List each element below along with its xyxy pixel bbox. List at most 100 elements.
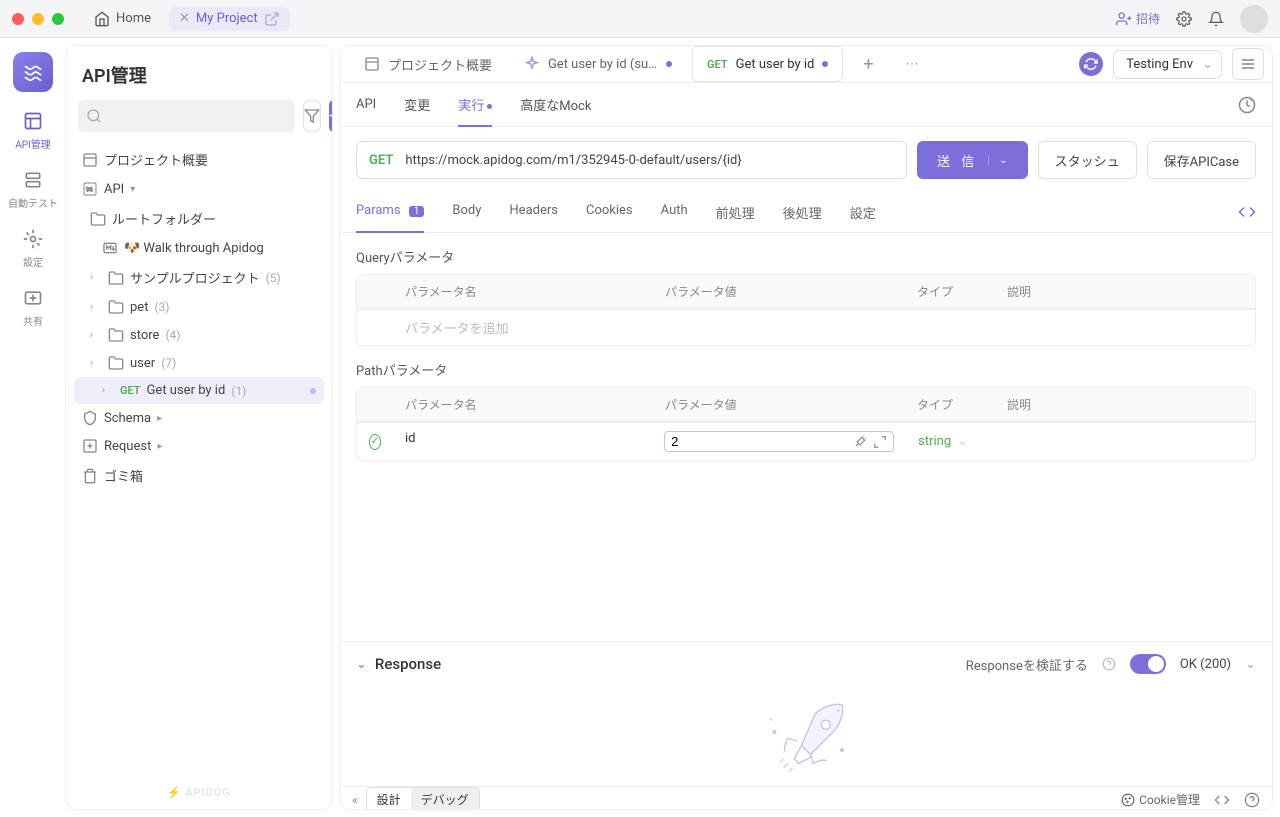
- send-label: 送 信: [937, 151, 978, 170]
- bell-icon[interactable]: [1208, 11, 1224, 27]
- subtab-mock[interactable]: 高度なMock: [520, 83, 591, 126]
- status-text[interactable]: OK (200): [1180, 657, 1231, 672]
- param-tab-pre[interactable]: 前処理: [716, 193, 755, 232]
- design-mode-button[interactable]: 設計: [367, 788, 411, 809]
- url-input[interactable]: GET https://mock.apidog.com/m1/352945-0-…: [356, 141, 907, 179]
- add-button[interactable]: +: [329, 100, 332, 132]
- magic-wand-icon[interactable]: [853, 435, 867, 449]
- subtab-label: 高度なMock: [520, 99, 591, 114]
- refresh-icon: [1084, 57, 1098, 71]
- home-tab[interactable]: Home: [84, 7, 161, 31]
- tree-schema[interactable]: Schema ▸: [74, 404, 324, 432]
- expand-icon[interactable]: [873, 435, 887, 449]
- code-view-button[interactable]: [1238, 193, 1256, 232]
- tree-trash[interactable]: ゴミ箱: [74, 460, 324, 491]
- help-icon[interactable]: [1244, 792, 1260, 808]
- tab-add[interactable]: +: [847, 46, 889, 82]
- cookie-label: Cookie管理: [1139, 791, 1200, 808]
- sidebar-title: API管理: [66, 46, 332, 100]
- code-snippet-icon[interactable]: [1214, 792, 1230, 808]
- subtab-run[interactable]: 実行: [458, 83, 492, 126]
- debug-mode-button[interactable]: デバッグ: [411, 788, 479, 809]
- tab-label: プロジェクト概要: [388, 55, 492, 74]
- close-window-button[interactable]: [12, 13, 24, 25]
- param-tab-auth[interactable]: Auth: [661, 193, 688, 232]
- api-root-icon: 96: [82, 181, 98, 197]
- header-desc: 説明: [995, 388, 1255, 421]
- tree-label: ゴミ箱: [104, 466, 143, 485]
- chevron-down-icon: ⌄: [1202, 57, 1213, 72]
- param-name[interactable]: id: [393, 423, 652, 460]
- rail-api-management[interactable]: API管理: [15, 110, 51, 151]
- tree-folder-store[interactable]: › store (4): [74, 321, 324, 349]
- tree-api-root[interactable]: 96 API ▾: [74, 175, 324, 203]
- tree-walk-through[interactable]: 🐶 Walk through Apidog: [74, 234, 324, 262]
- rail-share[interactable]: 共有: [22, 287, 44, 328]
- env-icon[interactable]: [1079, 52, 1103, 76]
- stash-button[interactable]: スタッシュ: [1038, 141, 1137, 179]
- tree-folder-pet[interactable]: › pet (3): [74, 293, 324, 321]
- chevron-down-icon[interactable]: ⌄: [1245, 657, 1256, 672]
- tab-get-user-su[interactable]: Get user by id (su...: [508, 46, 688, 82]
- env-select[interactable]: Testing Env ⌄: [1113, 50, 1222, 79]
- collapse-icon[interactable]: «: [352, 793, 358, 807]
- markdown-icon: [102, 240, 118, 256]
- param-desc[interactable]: [996, 423, 1255, 460]
- param-tab-params[interactable]: Params 1: [356, 193, 424, 232]
- settings-gear-icon[interactable]: [1176, 11, 1192, 27]
- filter-button[interactable]: [303, 100, 321, 132]
- minimize-window-button[interactable]: [32, 13, 44, 25]
- tree-folder-sample[interactable]: › サンプルプロジェクト (5): [74, 262, 324, 293]
- rail-auto-test[interactable]: 自動テスト: [8, 169, 58, 210]
- user-avatar[interactable]: [1240, 5, 1268, 33]
- app-logo[interactable]: [13, 52, 53, 92]
- rail-settings[interactable]: 設定: [22, 228, 44, 269]
- tree-request[interactable]: Request ▸: [74, 432, 324, 460]
- param-type-cell[interactable]: string ⌄: [906, 423, 996, 460]
- chevron-down-icon[interactable]: ⌄: [988, 155, 1007, 166]
- chevron-down-icon[interactable]: ⌄: [356, 657, 367, 672]
- invite-link[interactable]: 招待: [1116, 10, 1160, 27]
- tab-overview[interactable]: プロジェクト概要: [348, 46, 508, 82]
- folder-icon: [108, 270, 124, 286]
- send-button[interactable]: 送 信 ⌄: [917, 141, 1028, 179]
- path-params-table: パラメータ名 パラメータ値 タイプ 説明 ✓ id string ⌄: [356, 387, 1256, 461]
- param-tab-post[interactable]: 後処理: [783, 193, 822, 232]
- param-value-input[interactable]: [671, 434, 847, 449]
- share-icon: [23, 288, 43, 308]
- tab-get-user[interactable]: GET Get user by id: [692, 46, 843, 82]
- title-bar: Home ✕ My Project 招待: [0, 0, 1280, 38]
- validate-toggle[interactable]: [1130, 654, 1166, 674]
- chevron-right-icon: ›: [90, 330, 102, 341]
- search-input[interactable]: [78, 100, 295, 132]
- header-type: タイプ: [905, 275, 995, 308]
- param-tab-settings[interactable]: 設定: [850, 193, 876, 232]
- history-button[interactable]: [1238, 96, 1256, 114]
- tab-more[interactable]: ⋯: [890, 46, 935, 82]
- tree-project-overview[interactable]: プロジェクト概要: [74, 144, 324, 175]
- table-row-placeholder[interactable]: パラメータを追加: [357, 309, 1255, 345]
- subtab-label: 実行: [458, 99, 484, 114]
- subtab-api[interactable]: API: [356, 85, 376, 124]
- tree-root-folder[interactable]: ルートフォルダー: [74, 203, 324, 234]
- cookie-management[interactable]: Cookie管理: [1121, 791, 1200, 808]
- modified-dot-icon: [822, 61, 828, 67]
- tab-close-icon[interactable]: ✕: [179, 11, 190, 26]
- help-icon[interactable]: [1102, 657, 1116, 671]
- project-tab[interactable]: ✕ My Project: [169, 7, 290, 31]
- svg-text:96: 96: [86, 187, 93, 194]
- tree-get-user[interactable]: › GET Get user by id (1): [74, 377, 324, 404]
- overview-icon: [364, 56, 380, 72]
- folder-icon: [108, 299, 124, 315]
- row-check[interactable]: ✓: [357, 423, 393, 460]
- hamburger-button[interactable]: [1232, 48, 1264, 80]
- window-controls: [12, 13, 64, 25]
- param-tab-body[interactable]: Body: [452, 193, 481, 232]
- subtab-change[interactable]: 変更: [404, 83, 430, 126]
- param-tab-cookies[interactable]: Cookies: [586, 193, 633, 232]
- plus-icon: +: [329, 106, 332, 127]
- save-case-button[interactable]: 保存APICase: [1147, 141, 1256, 179]
- maximize-window-button[interactable]: [52, 13, 64, 25]
- param-tab-headers[interactable]: Headers: [509, 193, 558, 232]
- tree-folder-user[interactable]: › user (7): [74, 349, 324, 377]
